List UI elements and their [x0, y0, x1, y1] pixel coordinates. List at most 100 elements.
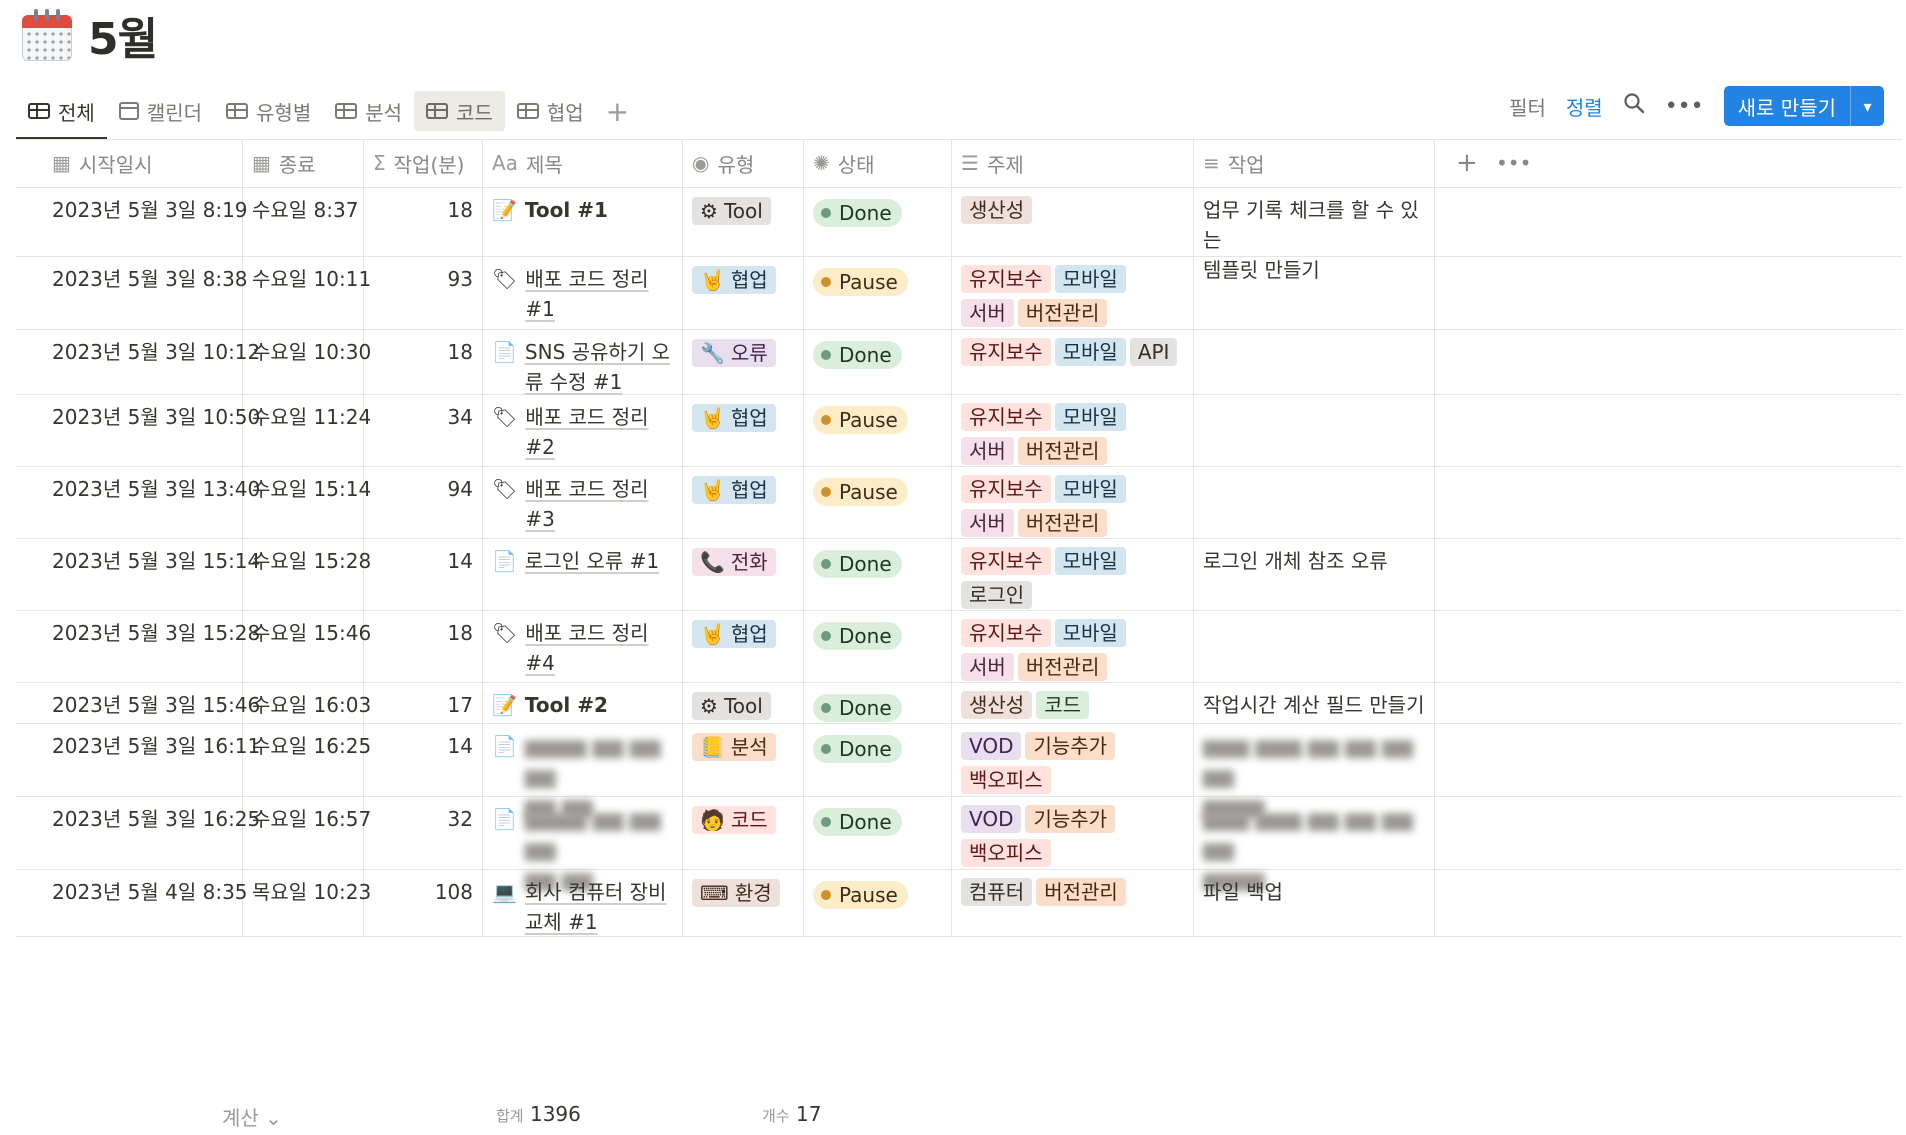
status-badge[interactable]: Done	[813, 341, 902, 369]
topic-tag[interactable]: 유지보수	[961, 265, 1051, 293]
topic-tag[interactable]: 버전관리	[1017, 653, 1108, 681]
type-tag[interactable]: 🧑 코드	[692, 806, 776, 834]
type-tag[interactable]: 🤘 협업	[692, 266, 776, 294]
row-title[interactable]: 💻 회사 컴퓨터 장비 교체 #1	[492, 877, 677, 937]
sum-summary[interactable]: 합계 1396	[496, 1102, 581, 1126]
status-badge[interactable]: Done	[813, 735, 902, 763]
column-header-type[interactable]: ◉ 유형	[680, 139, 754, 187]
topic-cell[interactable]: 유지보수 모바일서버 버전관리	[961, 619, 1186, 687]
add-view-icon[interactable]: +	[596, 95, 639, 128]
status-badge[interactable]: Done	[813, 694, 902, 722]
type-cell[interactable]: ⚙ Tool	[692, 196, 775, 231]
topic-cell[interactable]: 유지보수 모바일서버 버전관리	[961, 475, 1186, 543]
sort-button[interactable]: 정렬	[1566, 92, 1603, 121]
type-cell[interactable]: 🤘 협업	[692, 619, 780, 654]
column-header-work[interactable]: ≡ 작업	[1191, 139, 1265, 187]
topic-tag[interactable]: 버전관리	[1017, 509, 1108, 537]
status-badge[interactable]: Done	[813, 199, 902, 227]
status-cell[interactable]: Pause	[813, 403, 908, 434]
calc-dropdown[interactable]: 계산 ⌄	[222, 1102, 282, 1131]
topic-tag[interactable]: 모바일	[1054, 475, 1126, 503]
row-title-text[interactable]: 로그인 오류 #1	[525, 546, 659, 576]
type-tag[interactable]: 🔧 오류	[692, 339, 776, 367]
topic-tag[interactable]: VOD	[961, 805, 1022, 833]
page-title[interactable]: 5월	[88, 3, 158, 67]
status-cell[interactable]: Done	[813, 338, 902, 369]
column-header-name[interactable]: Aa 제목	[480, 139, 563, 187]
row-title[interactable]: 📄 SNS 공유하기 오류 수정 #1	[492, 337, 677, 397]
topic-cell[interactable]: 컴퓨터 버전관리	[961, 878, 1186, 912]
topic-tag[interactable]: 모바일	[1054, 619, 1126, 647]
status-cell[interactable]: Done	[813, 547, 902, 578]
status-cell[interactable]: Pause	[813, 265, 908, 296]
count-summary[interactable]: 개수 17	[762, 1102, 821, 1126]
topic-tag[interactable]: 생산성	[961, 196, 1033, 224]
topic-tag[interactable]: 유지보수	[961, 403, 1051, 431]
tab-1[interactable]: 캘린더	[107, 91, 214, 131]
topic-cell[interactable]: 생산성 코드	[961, 691, 1186, 725]
row-title-text[interactable]: 배포 코드 정리 #1	[525, 264, 677, 324]
topic-cell[interactable]: 유지보수 모바일 API	[961, 338, 1186, 372]
topic-tag[interactable]: 유지보수	[961, 475, 1051, 503]
topic-cell[interactable]: VOD 기능추가백오피스	[961, 805, 1186, 873]
more-icon[interactable]: •••	[1484, 139, 1531, 187]
column-header-start[interactable]: ▦ 시작일시	[40, 139, 153, 187]
new-button[interactable]: 새로 만들기 ▾	[1723, 86, 1884, 126]
topic-tag[interactable]: 모바일	[1054, 265, 1126, 293]
status-badge[interactable]: Pause	[813, 881, 908, 909]
tab-4[interactable]: 코드	[414, 91, 505, 131]
status-cell[interactable]: Done	[813, 732, 902, 763]
filter-button[interactable]: 필터	[1509, 92, 1546, 121]
topic-tag[interactable]: 버전관리	[1036, 878, 1126, 906]
topic-cell[interactable]: VOD 기능추가백오피스	[961, 732, 1186, 800]
topic-cell[interactable]: 유지보수 모바일서버 버전관리	[961, 403, 1186, 471]
topic-cell[interactable]: 생산성	[961, 196, 1186, 230]
status-badge[interactable]: Pause	[813, 268, 908, 296]
topic-tag[interactable]: 기능추가	[1025, 805, 1116, 833]
topic-tag[interactable]: 백오피스	[961, 839, 1051, 867]
type-tag[interactable]: ⚙ Tool	[692, 197, 771, 225]
type-cell[interactable]: 🤘 협업	[692, 265, 780, 300]
type-cell[interactable]: ⚙ Tool	[692, 691, 775, 726]
status-badge[interactable]: Pause	[813, 406, 908, 434]
topic-tag[interactable]: 서버	[961, 653, 1014, 681]
row-title[interactable]: 🏷 배포 코드 정리 #3	[492, 474, 677, 534]
topic-tag[interactable]: 로그인	[961, 581, 1033, 609]
topic-tag[interactable]: 백오피스	[961, 766, 1051, 794]
status-cell[interactable]: Done	[813, 196, 902, 227]
column-header-status[interactable]: ✺ 상태	[801, 139, 875, 187]
status-cell[interactable]: Done	[813, 805, 902, 836]
type-tag[interactable]: ⚙ Tool	[692, 692, 771, 720]
tab-3[interactable]: 분석	[323, 91, 414, 131]
topic-tag[interactable]: 서버	[961, 437, 1014, 465]
tab-5[interactable]: 협업	[505, 91, 596, 131]
new-button-label[interactable]: 새로 만들기	[1724, 86, 1850, 126]
topic-tag[interactable]: 기능추가	[1025, 732, 1116, 760]
topic-cell[interactable]: 유지보수 모바일로그인	[961, 547, 1186, 615]
more-icon[interactable]: •••	[1665, 94, 1704, 119]
topic-tag[interactable]: 컴퓨터	[961, 878, 1033, 906]
tab-0[interactable]: 전체	[16, 91, 107, 140]
row-title[interactable]: 📝 Tool #2	[492, 690, 677, 720]
search-icon[interactable]	[1623, 92, 1645, 120]
status-cell[interactable]: Done	[813, 691, 902, 722]
topic-cell[interactable]: 유지보수 모바일서버 버전관리	[961, 265, 1186, 333]
topic-tag[interactable]: 모바일	[1054, 547, 1126, 575]
type-cell[interactable]: 🧑 코드	[692, 805, 780, 840]
status-badge[interactable]: Done	[813, 550, 902, 578]
topic-tag[interactable]: 유지보수	[961, 338, 1051, 366]
row-title[interactable]: 🏷 배포 코드 정리 #4	[492, 618, 677, 678]
topic-tag[interactable]: 모바일	[1054, 338, 1126, 366]
status-badge[interactable]: Done	[813, 808, 902, 836]
type-tag[interactable]: 🤘 협업	[692, 620, 776, 648]
topic-tag[interactable]: 버전관리	[1017, 299, 1108, 327]
type-cell[interactable]: 📞 전화	[692, 547, 780, 582]
type-cell[interactable]: ⌨ 환경	[692, 878, 784, 913]
topic-tag[interactable]: VOD	[961, 732, 1022, 760]
row-title-text[interactable]: Tool #1	[525, 195, 608, 225]
type-cell[interactable]: 🤘 협업	[692, 403, 780, 438]
status-cell[interactable]: Done	[813, 619, 902, 650]
add-column-icon[interactable]: +	[1444, 139, 1478, 187]
status-cell[interactable]: Pause	[813, 878, 908, 909]
column-header-minutes[interactable]: Σ 작업(분)	[361, 139, 464, 187]
